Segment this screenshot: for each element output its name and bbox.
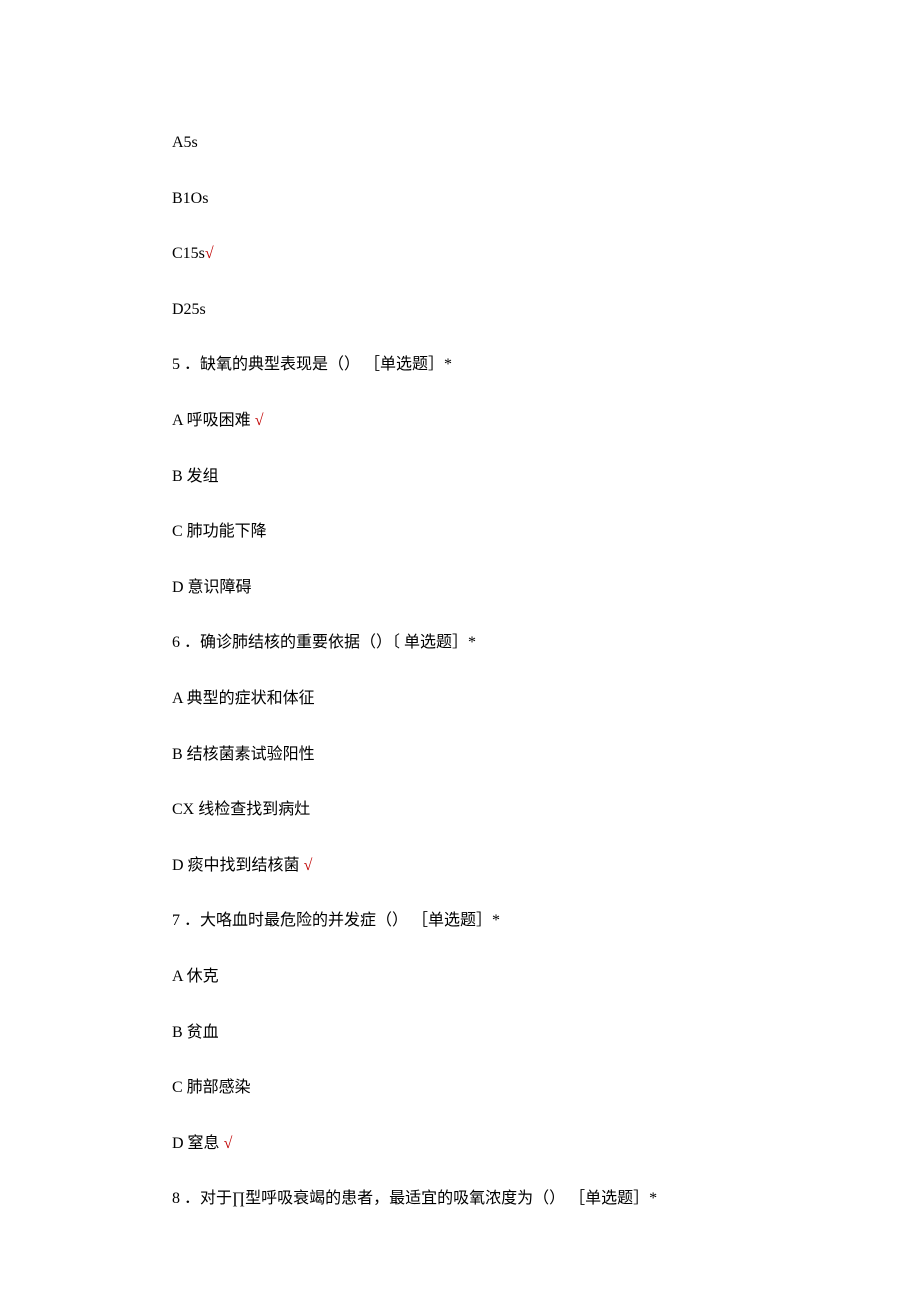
q6-option-b: B 结核菌素试验阳性 xyxy=(172,742,748,768)
check-icon: √ xyxy=(205,245,214,262)
option-c: C15s√ xyxy=(172,241,748,267)
option-text: D 窒息 xyxy=(172,1135,224,1152)
option-text: D 意识障碍 xyxy=(172,579,252,596)
option-text: B 贫血 xyxy=(172,1024,219,1041)
option-text: C15s xyxy=(172,245,205,262)
option-text: A 呼吸困难 xyxy=(172,412,255,429)
q5-option-b: B 发组 xyxy=(172,464,748,490)
option-text: C 肺功能下降 xyxy=(172,523,267,540)
question-text: 6 ．确诊肺结核的重要依据（）〔 单选题］* xyxy=(172,634,476,651)
check-icon: √ xyxy=(255,412,264,429)
q5-option-d: D 意识障碍 xyxy=(172,575,748,601)
option-text: B1Os xyxy=(172,190,208,207)
check-icon: √ xyxy=(224,1135,233,1152)
check-icon: √ xyxy=(304,857,313,874)
q5-option-a: A 呼吸困难 √ xyxy=(172,408,748,434)
option-text: B 结核菌素试验阳性 xyxy=(172,746,315,763)
question-text: 8 ．对于∏型呼吸衰竭的患者，最适宜的吸氧浓度为（） ［单选题］* xyxy=(172,1190,657,1207)
question-text: 7 ．大咯血时最危险的并发症（） ［单选题］* xyxy=(172,912,500,929)
option-text: A5s xyxy=(172,134,198,151)
question-5-prompt: 5 ．缺氧的典型表现是（） ［单选题］* xyxy=(172,352,748,378)
question-7-prompt: 7 ．大咯血时最危险的并发症（） ［单选题］* xyxy=(172,908,748,934)
option-text: B 发组 xyxy=(172,468,219,485)
option-text: A 休克 xyxy=(172,968,219,985)
q6-option-d: D 痰中找到结核菌 √ xyxy=(172,853,748,879)
question-text: 5 ．缺氧的典型表现是（） ［单选题］* xyxy=(172,356,452,373)
q7-option-c: C 肺部感染 xyxy=(172,1075,748,1101)
q5-option-c: C 肺功能下降 xyxy=(172,519,748,545)
option-text: C 肺部感染 xyxy=(172,1079,251,1096)
question-6-prompt: 6 ．确诊肺结核的重要依据（）〔 单选题］* xyxy=(172,630,748,656)
q7-option-b: B 贫血 xyxy=(172,1020,748,1046)
option-d: D25s xyxy=(172,297,748,323)
q6-option-c: CX 线检查找到病灶 xyxy=(172,797,748,823)
option-a: A5s xyxy=(172,130,748,156)
q7-option-d: D 窒息 √ xyxy=(172,1131,748,1157)
q7-option-a: A 休克 xyxy=(172,964,748,990)
option-text: CX 线检查找到病灶 xyxy=(172,801,310,818)
q6-option-a: A 典型的症状和体征 xyxy=(172,686,748,712)
question-8-prompt: 8 ．对于∏型呼吸衰竭的患者，最适宜的吸氧浓度为（） ［单选题］* xyxy=(172,1186,748,1212)
option-text: A 典型的症状和体征 xyxy=(172,690,315,707)
option-b: B1Os xyxy=(172,186,748,212)
option-text: D25s xyxy=(172,301,206,318)
option-text: D 痰中找到结核菌 xyxy=(172,857,304,874)
